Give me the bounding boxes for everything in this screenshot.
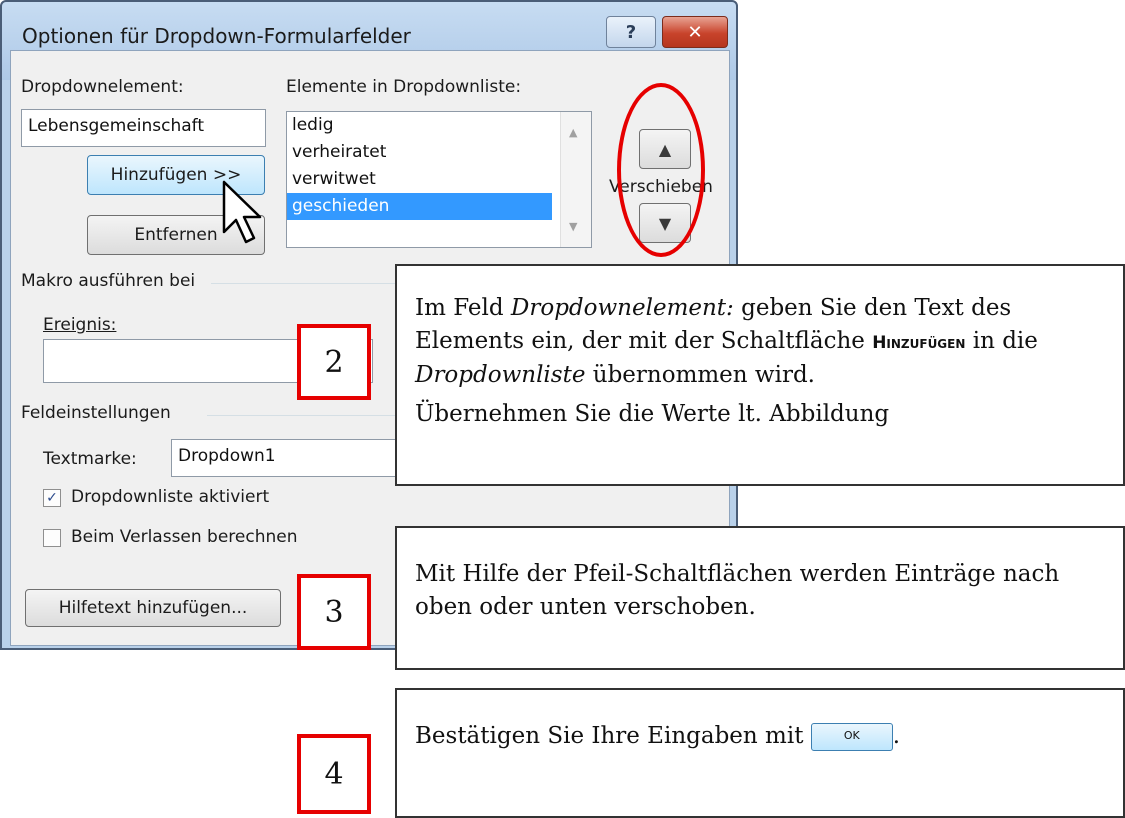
step-2-text-mid2: in die (965, 328, 1038, 355)
dropdown-enabled-label: Dropdownliste aktiviert (71, 487, 270, 507)
step-2-italic-field: Dropdownelement: (510, 295, 734, 321)
step-2-text-post: übernommen wird. (585, 361, 815, 388)
help-text-button[interactable]: Hilfetext hinzufügen... (25, 589, 281, 627)
scroll-down-icon[interactable]: ▼ (569, 220, 577, 233)
list-item-selected[interactable]: geschieden (287, 193, 552, 220)
field-settings-group-label: Feldeinstellungen (21, 403, 171, 423)
dropdown-element-input[interactable]: Lebensgemeinschaft (21, 109, 266, 147)
step-2-button-name: Hinzufügen (872, 333, 966, 354)
ok-button-image: OK (810, 723, 893, 751)
step-2-text-pre: Im Feld (415, 295, 511, 321)
step-4-text-pre: Bestätigen Sie Ihre Eingaben mit (415, 723, 811, 749)
ok-label: OK (843, 729, 860, 742)
bookmark-value: Dropdown1 (178, 446, 276, 466)
dropdown-items-list[interactable]: ledig verheiratet verwitwet geschieden ▲… (286, 111, 592, 248)
list-scrollbar[interactable]: ▲ ▼ (560, 112, 591, 247)
step-2-text-line2: Übernehmen Sie die Werte lt. Abbildung (415, 401, 890, 428)
step-2-italic-list: Dropdownliste (415, 361, 586, 388)
step-4-number: 4 (324, 756, 344, 792)
scroll-up-icon[interactable]: ▲ (569, 126, 577, 139)
step-3-text: Mit Hilfe der Pfeil-Schaltflächen werden… (415, 561, 1060, 621)
mouse-cursor-icon (222, 180, 262, 244)
list-item[interactable]: ledig (287, 112, 552, 139)
dialog-title: Optionen für Dropdown-Formularfelder (22, 24, 411, 48)
macro-group-divider (211, 283, 411, 284)
step-4-note: Bestätigen Sie Ihre Eingaben mit OK. (395, 688, 1125, 818)
step-4-marker: 4 (297, 734, 371, 814)
dropdown-element-value: Lebensgemeinschaft (28, 116, 205, 136)
list-label: Elemente in Dropdownliste: (286, 77, 522, 97)
step-2-text: Im Feld Dropdownelement: geben Sie den T… (415, 292, 1103, 392)
close-button[interactable]: ✕ (662, 16, 728, 48)
move-buttons-highlight (617, 83, 705, 257)
calc-on-exit-label: Beim Verlassen berechnen (71, 527, 298, 547)
step-2-number: 2 (324, 344, 344, 380)
event-label: Ereignis: (43, 315, 117, 335)
help-text-button-label: Hilfetext hinzufügen... (58, 598, 248, 618)
help-icon: ? (625, 21, 637, 43)
dropdown-enabled-checkbox[interactable]: ✓ (43, 489, 61, 507)
step-4-text-post: . (892, 723, 901, 749)
step-2-marker: 2 (297, 324, 371, 400)
check-icon: ✓ (46, 490, 58, 506)
step-3-marker: 3 (297, 574, 371, 650)
calc-on-exit-checkbox[interactable] (43, 529, 61, 547)
step-3-note: Mit Hilfe der Pfeil-Schaltflächen werden… (395, 526, 1125, 670)
list-item[interactable]: verheiratet (287, 139, 552, 166)
remove-button-label: Entfernen (134, 225, 218, 245)
bookmark-input[interactable]: Dropdown1 (171, 439, 411, 477)
macro-group-label: Makro ausführen bei (21, 271, 196, 291)
bookmark-label: Textmarke: (43, 449, 137, 469)
step-2-note: Im Feld Dropdownelement: geben Sie den T… (395, 264, 1125, 486)
step-3-number: 3 (324, 594, 344, 630)
dropdown-element-label: Dropdownelement: (21, 77, 184, 97)
close-icon: ✕ (687, 21, 703, 43)
field-settings-divider (207, 415, 407, 416)
list-item[interactable]: verwitwet (287, 166, 552, 193)
help-button[interactable]: ? (606, 16, 656, 48)
